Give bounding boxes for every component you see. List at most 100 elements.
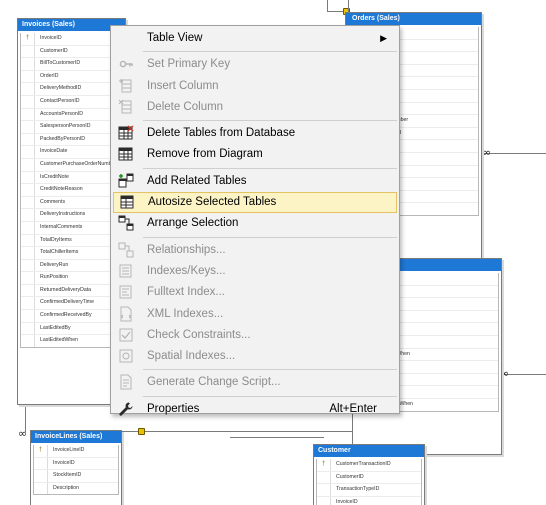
table-column-row[interactable]: LastEditedWhen: [21, 334, 122, 347]
primary-key-icon: †: [317, 459, 331, 471]
row-selector: [34, 457, 48, 470]
table-column-row[interactable]: InvoiceDate: [21, 145, 122, 158]
menu-item-label: Spatial Indexes...: [147, 350, 236, 363]
row-selector: [21, 234, 35, 247]
menu-separator: [143, 167, 397, 169]
menu-item-label: Relationships...: [147, 243, 226, 256]
table-column-row[interactable]: RunPosition: [21, 271, 122, 284]
column-name: Comments: [40, 198, 66, 205]
column-name: ConfirmedReceivedBy: [40, 312, 92, 319]
add-related-tables-icon: [118, 173, 134, 189]
menu-item-spatial-indexes[interactable]: Spatial Indexes...: [111, 346, 399, 367]
table-column-row[interactable]: † InvoiceID: [21, 33, 122, 45]
menu-item-autosize-selected-tables[interactable]: Autosize Selected Tables: [113, 192, 397, 214]
menu-item-arrange-selection[interactable]: Arrange Selection: [111, 213, 399, 234]
menu-item-shortcut: Alt+Enter: [329, 402, 377, 415]
table-column-row[interactable]: CreditNoteReason: [21, 183, 122, 196]
table-column-row[interactable]: ReturnedDeliveryData: [21, 283, 122, 297]
diagram-canvas[interactable]: ∞ ∞ ∞ Invoices (Sales) † InvoiceID Custome…: [0, 0, 546, 505]
table-column-row[interactable]: Description: [34, 481, 118, 495]
table-column-row[interactable]: Comments: [21, 195, 122, 209]
menu-item-table-view[interactable]: Table View ▶: [111, 28, 399, 49]
table-column-row[interactable]: ContactPersonID: [21, 94, 122, 108]
spatial-indexes-icon: [118, 348, 134, 364]
table-column-row[interactable]: IsCreditNote: [21, 170, 122, 184]
menu-item-delete-column[interactable]: Delete Column: [111, 97, 399, 118]
row-selector: [21, 259, 35, 272]
row-selector: [34, 482, 48, 495]
table-column-row[interactable]: CustomerID: [317, 470, 421, 484]
row-selector: [317, 484, 331, 496]
relationship-line[interactable]: [230, 437, 324, 438]
row-selector: [317, 471, 331, 484]
column-name: CreditNoteReason: [40, 186, 83, 193]
table-column-row[interactable]: ConfirmedDeliveryTime: [21, 296, 122, 310]
table-column-row[interactable]: † InvoiceLineID: [34, 445, 118, 457]
table-customer-transactions[interactable]: Customer † CustomerTransactionID CustomerI…: [313, 444, 425, 505]
row-selector: [21, 284, 35, 297]
table-column-row[interactable]: PackedByPersonID: [21, 132, 122, 146]
menu-separator: [143, 236, 397, 238]
menu-item-relationships[interactable]: Relationships...: [111, 240, 399, 261]
menu-item-insert-column[interactable]: Insert Column: [111, 76, 399, 97]
primary-key-icon: †: [21, 33, 35, 45]
table-column-row[interactable]: InvoiceID: [317, 495, 421, 505]
row-selector: [21, 184, 35, 196]
column-name: InvoiceID: [40, 35, 62, 41]
table-title[interactable]: Customer: [314, 445, 424, 457]
menu-item-label: Generate Change Script...: [147, 376, 281, 389]
column-name: AccountsPersonID: [40, 110, 83, 117]
table-column-row[interactable]: TotalDryItems: [21, 233, 122, 247]
indexes-icon: [118, 263, 134, 279]
table-column-row[interactable]: CustomerID: [21, 44, 122, 58]
table-column-row[interactable]: StockItemID: [34, 469, 118, 482]
table-column-row[interactable]: TotalChillerItems: [21, 246, 122, 259]
table-column-row[interactable]: CustomerPurchaseOrderNumber: [21, 157, 122, 171]
menu-item-delete-tables-from-database[interactable]: Delete Tables from Database: [111, 123, 399, 144]
row-selector: [21, 45, 35, 58]
table-column-row[interactable]: SalespersonPersonID: [21, 120, 122, 133]
menu-item-remove-from-diagram[interactable]: Remove from Diagram: [111, 144, 399, 165]
menu-item-fulltext-index[interactable]: Fulltext Index...: [111, 282, 399, 303]
menu-item-xml-indexes[interactable]: XML Indexes...: [111, 304, 399, 325]
table-column-row[interactable]: DeliveryMethodID: [21, 82, 122, 95]
column-name: Description: [53, 484, 79, 491]
column-name: InvoiceID: [336, 498, 358, 505]
column-name: PackedByPersonID: [40, 135, 85, 142]
menu-item-add-related-tables[interactable]: Add Related Tables: [111, 171, 399, 192]
row-selector: [21, 196, 35, 209]
table-column-row[interactable]: ConfirmedReceivedBy: [21, 309, 122, 322]
table-column-row[interactable]: OrderID: [21, 69, 122, 83]
table-column-row[interactable]: InternalComments: [21, 220, 122, 234]
table-column-row[interactable]: BillToCustomerID: [21, 57, 122, 70]
relationships-icon: [118, 242, 134, 258]
menu-item-properties[interactable]: Properties Alt+Enter: [111, 399, 399, 420]
menu-separator: [143, 120, 397, 122]
table-invoicelines-sales[interactable]: InvoiceLines (Sales) † InvoiceLineID Invoi…: [30, 430, 122, 505]
table-column-row[interactable]: AccountsPersonID: [21, 107, 122, 121]
row-selector: [21, 297, 35, 310]
table-title[interactable]: Orders (Sales): [346, 13, 481, 25]
menu-item-indexes-keys[interactable]: Indexes/Keys...: [111, 261, 399, 282]
check-constraints-icon: [118, 327, 134, 343]
menu-separator: [143, 395, 397, 397]
table-column-row[interactable]: DeliveryRun: [21, 258, 122, 272]
menu-item-label: Autosize Selected Tables: [148, 196, 277, 209]
delete-column-icon: [118, 99, 134, 115]
row-selector: [34, 470, 48, 482]
table-title[interactable]: InvoiceLines (Sales): [31, 431, 121, 443]
menu-item-check-constraints[interactable]: Check Constraints...: [111, 325, 399, 346]
key-icon: [118, 56, 134, 72]
menu-item-generate-change-script[interactable]: Generate Change Script...: [111, 372, 399, 393]
table-column-row[interactable]: DeliveryInstructions: [21, 208, 122, 221]
properties-wrench-icon: [118, 401, 134, 417]
table-column-row[interactable]: InvoiceID: [34, 456, 118, 470]
table-column-row[interactable]: † CustomerTransactionID: [317, 459, 421, 471]
relationship-line[interactable]: [482, 153, 546, 154]
column-name: LastEditedWhen: [40, 337, 79, 344]
table-title[interactable]: Invoices (Sales): [18, 19, 125, 31]
table-column-row[interactable]: LastEditedBy: [21, 321, 122, 335]
table-column-row[interactable]: TransactionTypeID: [317, 483, 421, 496]
menu-item-set-primary-key[interactable]: Set Primary Key: [111, 54, 399, 75]
relationship-line[interactable]: [120, 431, 352, 432]
